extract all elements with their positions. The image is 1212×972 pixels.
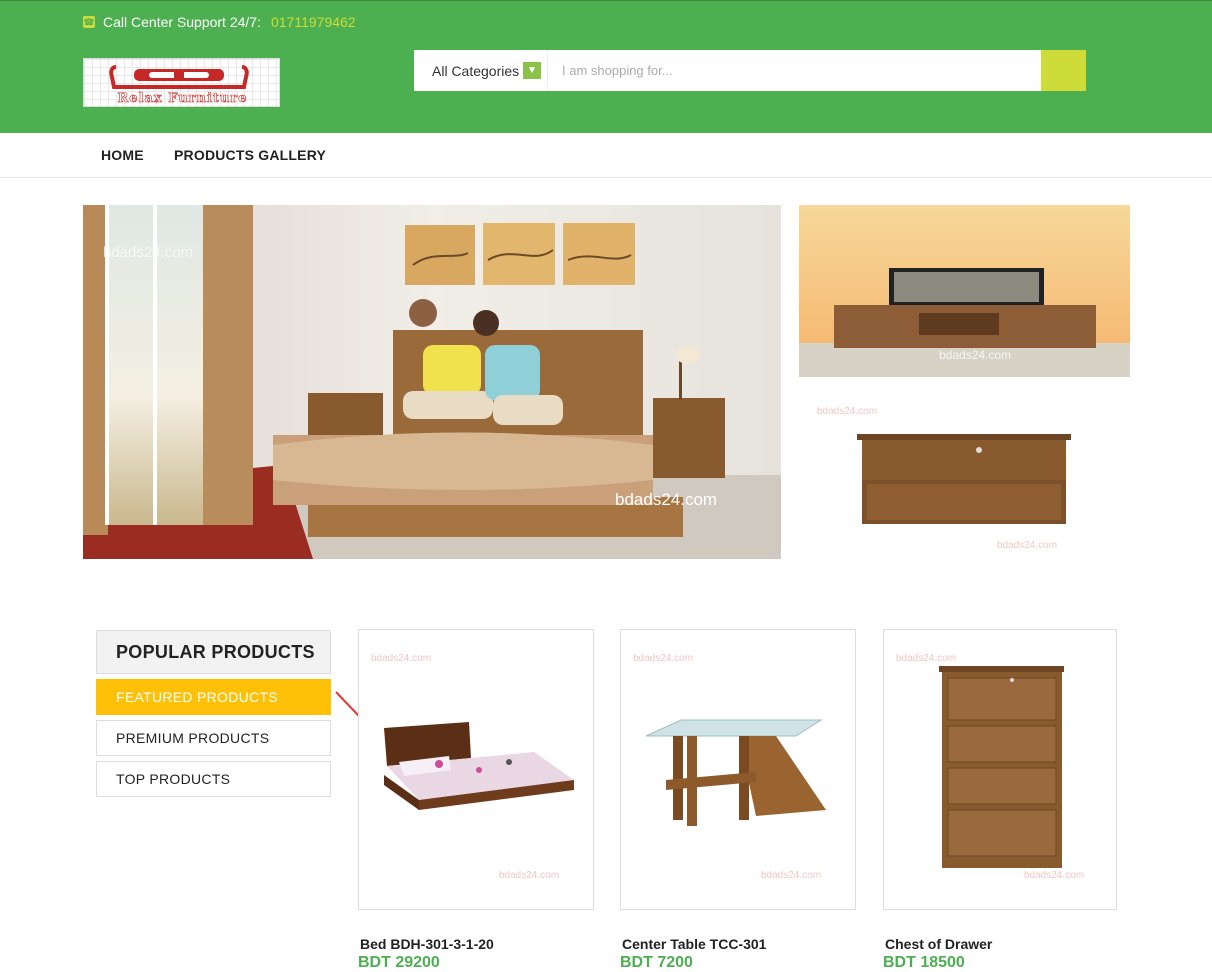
- product-card-bed[interactable]: bdads24.com bdads24.com: [358, 629, 594, 910]
- side2-watermark: bdads24.com: [817, 406, 877, 417]
- product-name-center-table[interactable]: Center Table TCC-301: [622, 936, 766, 952]
- card2-watermark-bottom: bdads24.com: [761, 870, 821, 881]
- search-bar: All Categories ▼: [414, 50, 1086, 91]
- side-banner-cabinet[interactable]: bdads24.com bdads24.com: [799, 390, 1130, 562]
- card3-watermark-bottom: bdads24.com: [1024, 870, 1084, 881]
- tab-premium-products[interactable]: PREMIUM PRODUCTS: [96, 720, 331, 756]
- support-line: ☎ Call Center Support 24/7: 01711979462: [83, 14, 356, 30]
- product-card-center-table[interactable]: bdads24.com bdads24.com: [620, 629, 856, 910]
- header-bar: ☎ Call Center Support 24/7: 01711979462 …: [0, 0, 1212, 133]
- product-name-bed[interactable]: Bed BDH-301-3-1-20: [360, 936, 494, 952]
- product-name-chest-of-drawer[interactable]: Chest of Drawer: [885, 936, 992, 952]
- tab-top-products[interactable]: TOP PRODUCTS: [96, 761, 331, 797]
- site-logo[interactable]: Relax Furniture: [83, 58, 280, 107]
- popular-products-heading: POPULAR PRODUCTS: [96, 630, 331, 674]
- side2-watermark-bottom: bdads24.com: [997, 540, 1057, 551]
- card2-watermark: bdads24.com: [633, 653, 693, 664]
- side1-watermark: bdads24.com: [939, 348, 1011, 362]
- product-price-chest-of-drawer: BDT 18500: [883, 954, 965, 971]
- side-banner-tv-cabinet[interactable]: bdads24.com: [799, 205, 1130, 377]
- category-label: All Categories: [432, 62, 520, 79]
- support-phone[interactable]: 01711979462: [271, 14, 356, 30]
- category-select[interactable]: All Categories ▼: [414, 50, 548, 91]
- phone-icon: ☎: [83, 16, 95, 28]
- card3-watermark: bdads24.com: [896, 653, 956, 664]
- sofa-logo-icon: [109, 65, 249, 89]
- nav-item-products-gallery[interactable]: PRODUCTS GALLERY: [174, 147, 326, 163]
- product-tabs: POPULAR PRODUCTS FEATURED PRODUCTS PREMI…: [96, 630, 331, 797]
- hero-watermark: bdads24.com: [615, 490, 717, 509]
- card1-watermark-bottom: bdads24.com: [499, 870, 559, 881]
- product-price-center-table: BDT 7200: [620, 954, 693, 971]
- logo-text: Relax Furniture: [117, 91, 248, 106]
- product-card-chest-of-drawer[interactable]: bdads24.com bdads24.com: [883, 629, 1117, 910]
- chevron-down-icon[interactable]: ▼: [523, 62, 541, 79]
- product-price-bed: BDT 29200: [358, 954, 440, 971]
- tab-featured-products[interactable]: FEATURED PRODUCTS: [96, 679, 331, 715]
- hero-watermark-top: bdads24.com: [103, 244, 193, 261]
- hero-banner-image[interactable]: bdads24.com bdads24.com: [83, 205, 781, 559]
- support-label: Call Center Support 24/7:: [103, 14, 261, 30]
- search-button[interactable]: [1041, 50, 1086, 91]
- card1-watermark: bdads24.com: [371, 653, 431, 664]
- main-nav: HOME PRODUCTS GALLERY: [0, 133, 1212, 178]
- search-input[interactable]: [548, 50, 1041, 91]
- nav-item-home[interactable]: HOME: [101, 147, 144, 163]
